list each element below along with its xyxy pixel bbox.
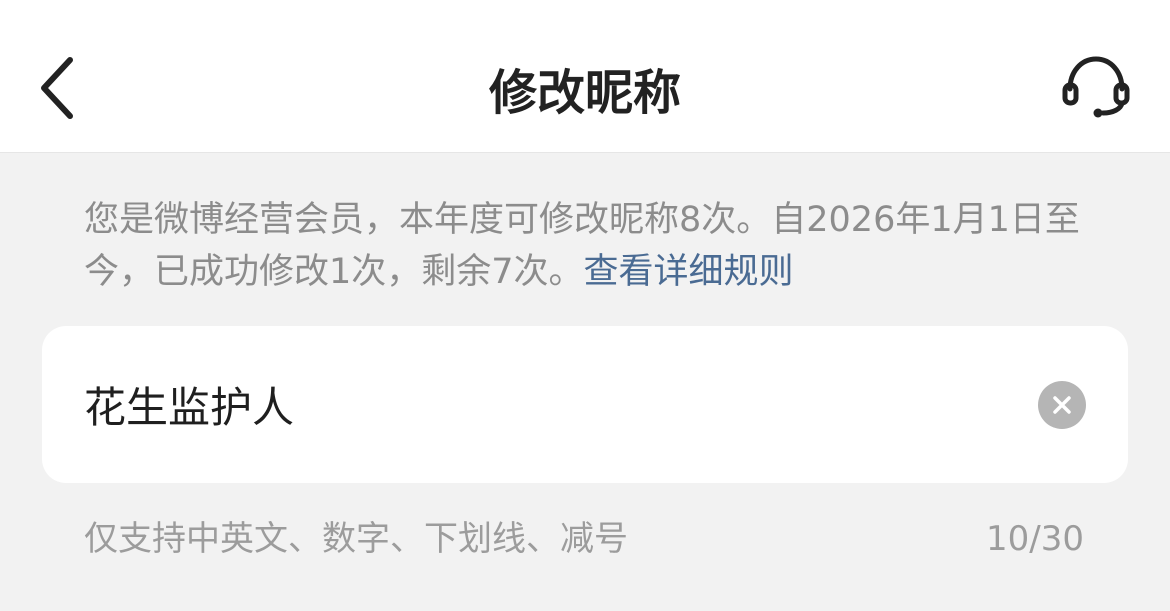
character-counter: 10/30 xyxy=(986,519,1084,559)
clear-input-button[interactable] xyxy=(1038,381,1086,429)
headset-icon xyxy=(1062,56,1130,118)
nickname-change-notice: 您是微博经营会员，本年度可修改昵称8次。自2026年1月1日至今，已成功修改1次… xyxy=(84,194,1094,298)
view-rules-link[interactable]: 查看详细规则 xyxy=(584,252,794,292)
nickname-input-card xyxy=(42,326,1128,483)
page-title: 修改昵称 xyxy=(488,65,681,121)
nav-bar: 修改昵称 xyxy=(0,0,1170,153)
customer-service-button[interactable] xyxy=(1056,50,1136,122)
nickname-input[interactable] xyxy=(84,326,1024,483)
input-rules-hint: 仅支持中英文、数字、下划线、减号 xyxy=(84,519,628,559)
clear-circle-icon xyxy=(1053,396,1071,414)
notice-text: 您是微博经营会员，本年度可修改昵称8次。自2026年1月1日至今，已成功修改1次… xyxy=(84,200,1080,292)
